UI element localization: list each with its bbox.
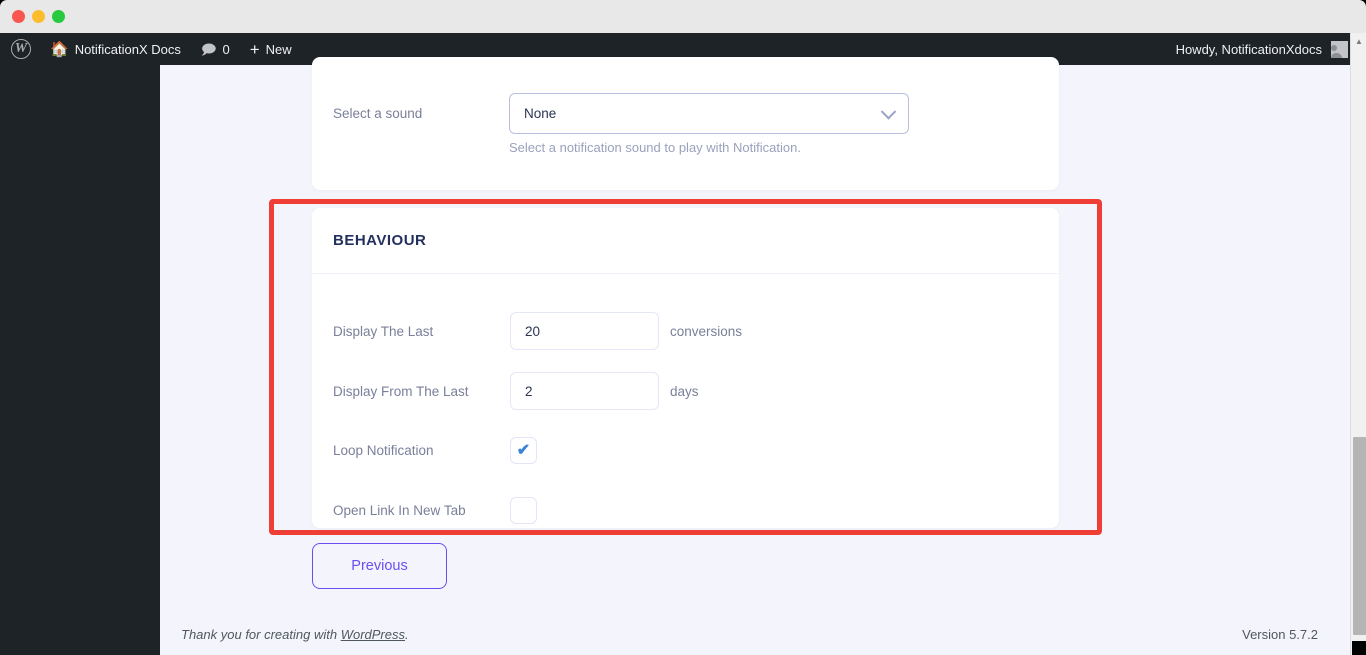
display-last-row: Display The Last 20 conversions	[333, 312, 742, 350]
open-link-new-tab-label: Open Link In New Tab	[333, 503, 466, 518]
loop-notification-label: Loop Notification	[333, 443, 434, 458]
wordpress-link[interactable]: WordPress	[341, 627, 405, 642]
wordpress-logo-icon: W	[11, 39, 31, 59]
footer-thanks-prefix: Thank you for creating with	[181, 626, 341, 642]
loop-notification-row: Loop Notification ✔	[333, 437, 537, 464]
admin-footer: Thank you for creating with WordPress. V…	[160, 613, 1352, 655]
my-account-menu-item[interactable]: Howdy, NotificationXdocs	[1166, 33, 1358, 65]
display-last-value: 20	[525, 323, 541, 339]
open-link-new-tab-checkbox[interactable]	[510, 497, 537, 524]
admin-sidebar-menu	[0, 65, 160, 655]
site-name-label: NotificationX Docs	[74, 41, 181, 57]
sound-help-text: Select a notification sound to play with…	[509, 140, 801, 155]
display-from-last-unit: days	[670, 383, 699, 399]
footer-thankyou: Thank you for creating with WordPress.	[181, 627, 409, 642]
section-divider	[312, 273, 1059, 274]
new-content-menu-item[interactable]: + New	[240, 33, 302, 65]
display-last-label: Display The Last	[333, 323, 434, 339]
sound-select-value: None	[524, 106, 557, 121]
display-last-input[interactable]: 20	[510, 312, 659, 350]
footer-thanks-suffix: .	[405, 626, 409, 642]
maximize-window-button[interactable]	[52, 10, 65, 23]
previous-button[interactable]: Previous	[312, 543, 447, 589]
traffic-lights	[12, 10, 65, 23]
comments-count: 0	[222, 41, 230, 57]
scrollbar-thumb[interactable]	[1353, 437, 1366, 635]
window-titlebar	[0, 0, 1366, 33]
chevron-down-icon	[880, 103, 897, 120]
behaviour-card: BEHAVIOUR Display The Last 20 conversion…	[312, 208, 1059, 528]
display-from-last-label: Display From The Last	[333, 383, 469, 399]
new-label: New	[265, 41, 292, 57]
avatar	[1331, 40, 1348, 58]
select-sound-row: Select a sound None	[333, 93, 909, 134]
display-from-last-value: 2	[525, 383, 533, 399]
house-icon: 🏠	[50, 40, 69, 58]
display-from-last-input[interactable]: 2	[510, 372, 659, 410]
scroll-up-arrow-icon[interactable]: ▲	[1351, 33, 1366, 49]
display-last-unit: conversions	[670, 323, 743, 339]
window-corner	[1352, 641, 1366, 655]
sound-settings-card: Select a sound None Select a notificatio…	[312, 57, 1059, 190]
howdy-label: Howdy, NotificationXdocs	[1175, 41, 1322, 57]
loop-notification-checkbox[interactable]: ✔	[510, 437, 537, 464]
admin-content-area: Select a sound None Select a notificatio…	[160, 57, 1352, 655]
comment-bubble-icon: 🗩	[200, 41, 217, 57]
behaviour-section-title: BEHAVIOUR	[333, 232, 427, 249]
site-name-menu-item[interactable]: 🏠 NotificationX Docs	[40, 33, 191, 65]
close-window-button[interactable]	[12, 10, 25, 23]
select-sound-label: Select a sound	[333, 106, 423, 121]
sound-select[interactable]: None	[509, 93, 909, 134]
open-link-new-tab-row: Open Link In New Tab	[333, 497, 537, 524]
comments-menu-item[interactable]: 🗩 0	[191, 33, 240, 65]
plus-icon: +	[249, 39, 260, 59]
minimize-window-button[interactable]	[32, 10, 45, 23]
checkmark-icon: ✔	[516, 441, 531, 459]
admin-bar-right-group: Howdy, NotificationXdocs	[1166, 33, 1366, 65]
page-scrollbar[interactable]: ▲ ▼	[1350, 33, 1366, 655]
wp-logo-menu-item[interactable]: W	[0, 33, 40, 65]
display-from-last-row: Display From The Last 2 days	[333, 372, 699, 410]
wp-wrap: Select a sound None Select a notificatio…	[0, 57, 1352, 655]
wordpress-version: Version 5.7.2	[1242, 626, 1318, 642]
